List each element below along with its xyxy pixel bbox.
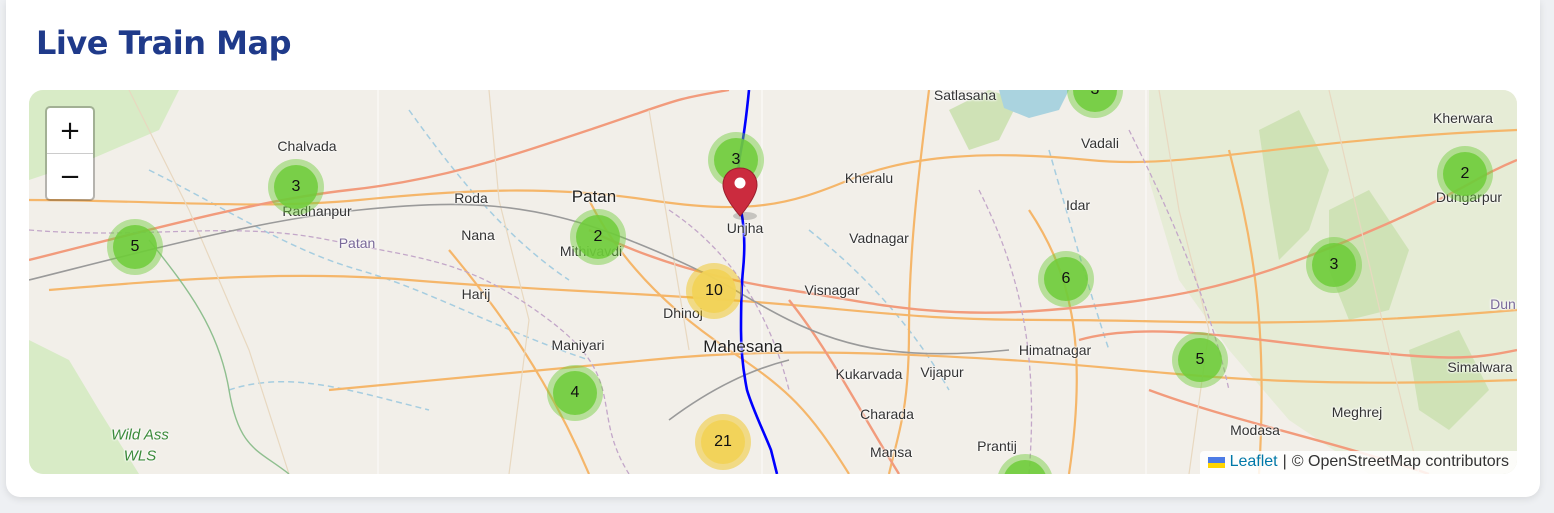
place-label-roda: Roda: [454, 190, 488, 206]
leaflet-link[interactable]: Leaflet: [1230, 453, 1278, 471]
marker-cluster[interactable]: 6: [1038, 251, 1094, 307]
cluster-count: 4: [553, 371, 597, 415]
marker-cluster[interactable]: 3: [1306, 237, 1362, 293]
cluster-count: 3: [1073, 90, 1117, 112]
cluster-count: 5: [113, 225, 157, 269]
place-label-kheralu: Kheralu: [844, 170, 894, 186]
place-label-himatnagar: Himatnagar: [1018, 342, 1092, 358]
marker-cluster[interactable]: 4: [547, 365, 603, 421]
place-label-satlasana: Satlasana: [933, 90, 997, 103]
place-label-dun: Dun: [1490, 296, 1516, 312]
cluster-count: 10: [692, 269, 736, 313]
cluster-count: 3: [274, 165, 318, 209]
cluster-count: 3: [1312, 243, 1356, 287]
place-label-wild-ass: Wild Ass: [111, 426, 169, 444]
marker-cluster[interactable]: 2: [570, 209, 626, 265]
place-label-patan: Patan: [571, 187, 617, 206]
train-location-marker-icon[interactable]: [721, 166, 759, 222]
place-label-kukarvada: Kukarvada: [835, 366, 903, 382]
place-label-nana: Nana: [461, 227, 495, 243]
cluster-count: 21: [701, 420, 745, 464]
place-label-vadnagar: Vadnagar: [849, 230, 909, 246]
place-label-simalwara: Simalwara: [1447, 359, 1513, 375]
cluster-count: 2: [576, 215, 620, 259]
map-view[interactable]: Satlasana Chalvada Kherwara Vadali Patan…: [29, 90, 1517, 474]
place-label-modasa: Modasa: [1230, 422, 1280, 438]
attribution-credit: © OpenStreetMap contributors: [1291, 453, 1509, 470]
place-label-wls: WLS: [123, 447, 157, 465]
place-label-meghrej: Meghrej: [1331, 404, 1383, 420]
place-label-visnagar: Visnagar: [804, 282, 860, 298]
place-label-vijapur: Vijapur: [920, 364, 964, 380]
place-label-idar: Idar: [1065, 197, 1091, 213]
cluster-count: [1003, 460, 1047, 474]
place-label-mahesana: Mahesana: [703, 337, 783, 356]
marker-cluster[interactable]: 5: [107, 219, 163, 275]
cluster-count: 6: [1044, 257, 1088, 301]
attribution-separator: |: [1282, 453, 1287, 470]
page-title: Live Train Map: [36, 24, 291, 62]
marker-cluster[interactable]: 10: [686, 263, 742, 319]
train-route: [736, 90, 779, 474]
zoom-out-button[interactable]: −: [47, 153, 93, 199]
map-attribution: Leaflet | © OpenStreetMap contributors: [1199, 451, 1517, 474]
marker-cluster[interactable]: 21: [695, 414, 751, 470]
place-label-unjha: Unjha: [726, 220, 764, 236]
place-label-mansa: Mansa: [869, 444, 913, 460]
zoom-control: + −: [45, 106, 95, 201]
zoom-in-button[interactable]: +: [47, 108, 93, 153]
place-label-charada: Charada: [860, 406, 914, 422]
ukraine-flag-icon: [1207, 456, 1225, 468]
place-label-harij: Harij: [461, 286, 491, 302]
cluster-count: 2: [1443, 152, 1487, 196]
place-label-chalvada: Chalvada: [277, 138, 337, 154]
cluster-count: 5: [1178, 338, 1222, 382]
place-label-vadali: Vadali: [1081, 135, 1119, 151]
place-label-patan-district: Patan: [338, 235, 376, 251]
place-label-prantij: Prantij: [977, 438, 1017, 454]
marker-cluster[interactable]: 5: [1172, 332, 1228, 388]
place-label-kherwara: Kherwara: [1433, 110, 1493, 126]
marker-cluster[interactable]: 2: [1437, 146, 1493, 202]
marker-cluster[interactable]: 3: [268, 159, 324, 215]
place-label-maniyari: Maniyari: [551, 337, 605, 353]
